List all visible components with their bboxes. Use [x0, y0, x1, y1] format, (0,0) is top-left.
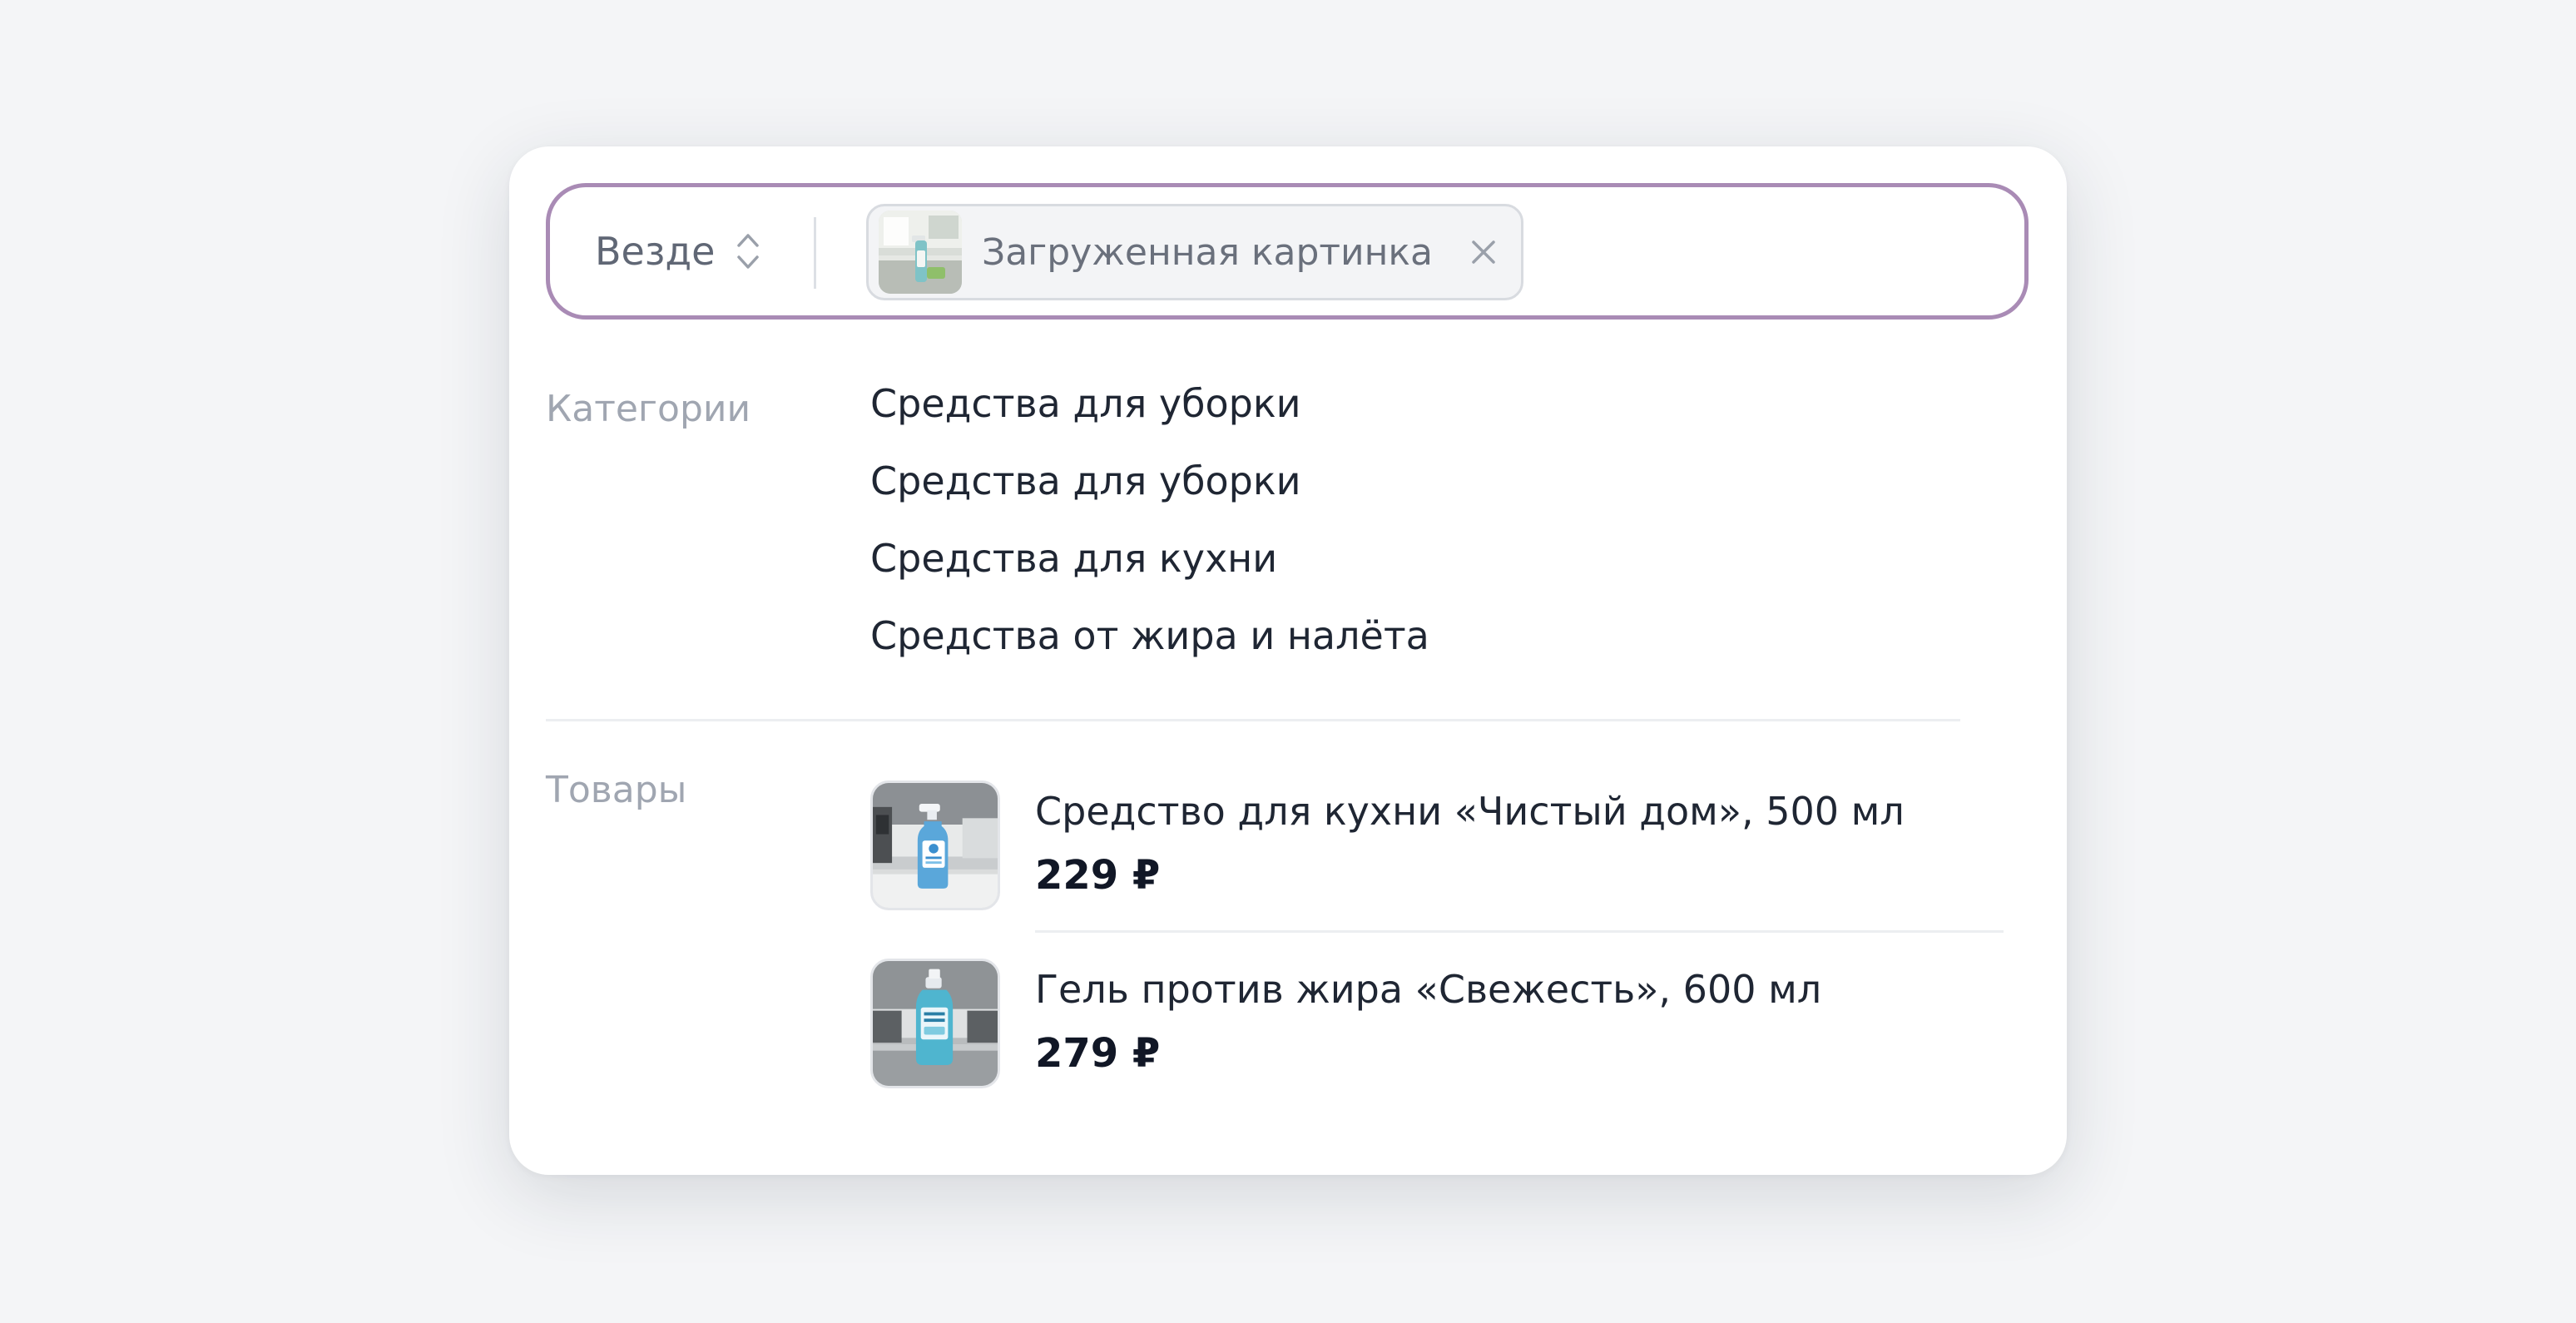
chevron-up-down-icon: [737, 234, 760, 269]
category-list: Средства для уборки Средства для уборки …: [870, 384, 1429, 694]
category-item[interactable]: Средства для уборки: [870, 384, 1429, 462]
product-price: 279 ₽: [1035, 1030, 1161, 1077]
search-dropdown-panel: Везде Загруженная картинка Категории Сре…: [509, 146, 2067, 1175]
category-item[interactable]: Средства для уборки: [870, 462, 1429, 539]
section-divider: [546, 719, 1960, 721]
product-name: Средство для кухни «Чистый дом», 500 мл: [1035, 789, 1905, 834]
scope-selector[interactable]: Везде: [595, 187, 761, 315]
product-item[interactable]: Гель против жира «Свежесть», 600 мл 279 …: [870, 959, 1869, 1088]
product-divider: [1035, 930, 2004, 933]
scope-divider: [814, 217, 816, 289]
product-photo-gel-bottle: [873, 961, 998, 1086]
scope-label: Везде: [595, 229, 716, 274]
uploaded-image-label: Загруженная картинка: [982, 230, 1433, 274]
product-price: 229 ₽: [1035, 852, 1161, 899]
category-item[interactable]: Средства для кухни: [870, 539, 1429, 617]
close-icon[interactable]: [1468, 236, 1499, 268]
category-item[interactable]: Средства от жира и налёта: [870, 617, 1429, 694]
search-bar[interactable]: Везде Загруженная картинка: [546, 183, 2029, 320]
product-image: [870, 780, 1000, 910]
product-name: Гель против жира «Свежесть», 600 мл: [1035, 967, 1822, 1012]
product-item[interactable]: Средство для кухни «Чистый дом», 500 мл …: [870, 780, 1905, 910]
categories-heading: Категории: [546, 388, 751, 430]
products-heading: Товары: [546, 769, 687, 811]
product-image: [870, 959, 1000, 1088]
uploaded-image-thumbnail: [879, 211, 962, 294]
uploaded-image-chip: Загруженная картинка: [866, 204, 1523, 300]
product-photo-spray-bottle: [873, 783, 998, 908]
